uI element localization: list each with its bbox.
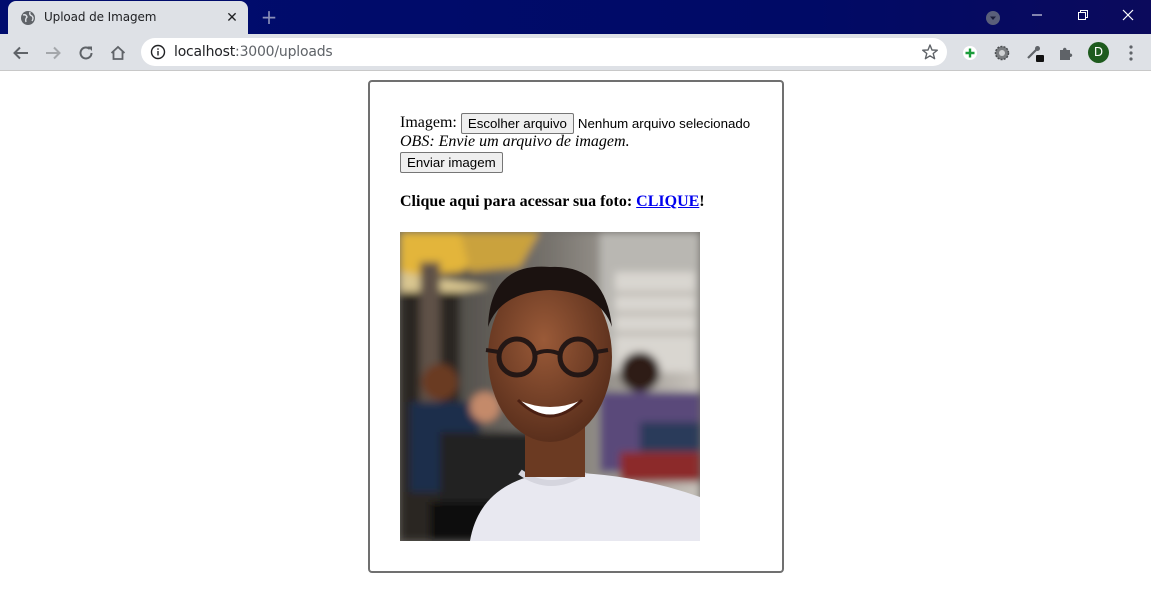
close-window-icon[interactable] — [1105, 0, 1151, 30]
access-text: Clique aqui para acessar sua foto: CLIQU… — [400, 193, 705, 211]
browser-toolbar: localhost:3000/uploads D — [0, 34, 1151, 71]
reload-icon[interactable] — [76, 43, 96, 63]
avatar[interactable]: D — [1088, 42, 1109, 63]
globe-icon — [20, 10, 36, 26]
browser-tab[interactable]: Upload de Imagem ✕ — [8, 1, 248, 34]
browser-titlebar: Upload de Imagem ✕ + — [0, 0, 1151, 34]
image-input-row: Imagem: Escolher arquivo Nenhum arquivo … — [400, 112, 780, 134]
tab-search-icon[interactable] — [985, 10, 1001, 26]
star-icon[interactable] — [921, 43, 939, 61]
eyedropper-extension-icon[interactable] — [1024, 43, 1044, 63]
file-status-text: Nenhum arquivo selecionado — [577, 115, 751, 131]
new-tab-button[interactable]: + — [258, 6, 280, 28]
access-suffix: ! — [699, 193, 705, 210]
choose-file-button[interactable]: Escolher arquivo — [460, 112, 574, 134]
upload-card: Imagem: Escolher arquivo Nenhum arquivo … — [368, 80, 784, 573]
gear-extension-icon[interactable] — [992, 43, 1012, 63]
url-host: localhost — [174, 44, 236, 60]
kebab-menu-icon[interactable] — [1121, 43, 1141, 63]
back-arrow-icon[interactable] — [11, 43, 31, 63]
close-tab-icon[interactable]: ✕ — [224, 10, 240, 26]
uploaded-photo — [400, 232, 700, 541]
tab-title: Upload de Imagem — [44, 10, 157, 24]
access-label: Clique aqui para acessar sua foto: — [400, 193, 637, 210]
minimize-icon[interactable] — [1014, 0, 1060, 30]
url-path: :3000/uploads — [235, 44, 333, 60]
image-label: Imagem: — [400, 114, 457, 131]
puzzle-icon[interactable] — [1056, 43, 1076, 63]
submit-button[interactable]: Enviar imagem — [400, 152, 503, 173]
forward-arrow-icon[interactable] — [43, 43, 63, 63]
address-bar[interactable]: localhost:3000/uploads — [141, 38, 947, 66]
photo-link[interactable]: CLIQUE — [636, 193, 699, 210]
info-icon[interactable] — [150, 44, 166, 60]
plus-extension-icon[interactable] — [960, 43, 980, 63]
restore-icon[interactable] — [1060, 0, 1106, 30]
upload-note: OBS: Envie um arquivo de imagem. — [400, 133, 630, 150]
address-url: localhost:3000/uploads — [174, 44, 333, 60]
home-icon[interactable] — [108, 43, 128, 63]
